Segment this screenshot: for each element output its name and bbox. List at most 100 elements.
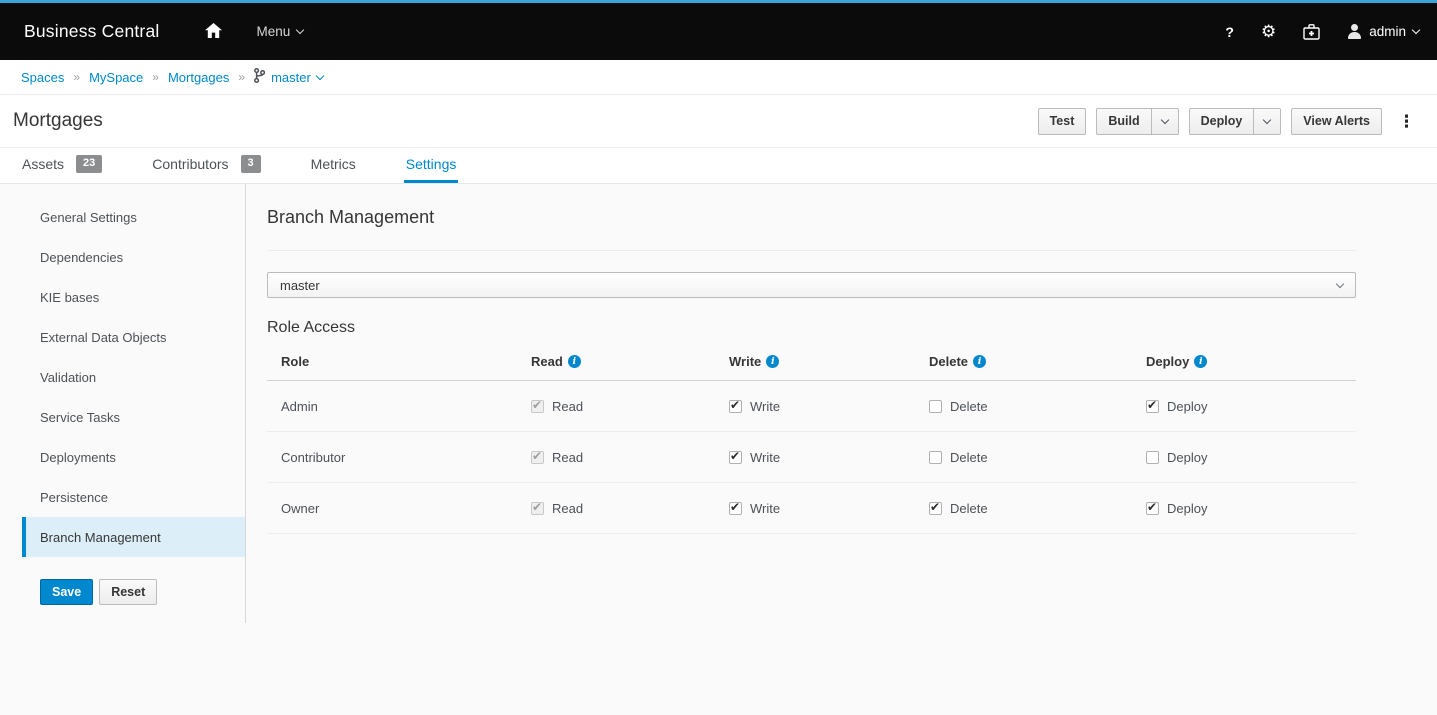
column-header-role: Role <box>267 354 531 369</box>
save-button[interactable]: Save <box>40 579 93 605</box>
table-row-admin: Admin Read Write Delete <box>267 381 1356 432</box>
owner-write-cell: Write <box>729 501 929 516</box>
checkbox-label: Delete <box>950 501 988 516</box>
info-icon[interactable] <box>1194 355 1207 368</box>
chevron-down-icon <box>1263 115 1271 123</box>
chevron-down-icon <box>1412 26 1420 34</box>
write-checkbox[interactable] <box>729 451 742 464</box>
delete-checkbox[interactable] <box>929 451 942 464</box>
sidebar-item-branch-management[interactable]: Branch Management <box>22 517 245 557</box>
deploy-checkbox[interactable] <box>1146 451 1159 464</box>
tab-assets[interactable]: Assets 23 <box>20 148 104 183</box>
home-icon <box>205 23 222 41</box>
contributors-count-badge: 3 <box>241 155 261 172</box>
project-actions: Test Build Deploy View Alerts ⋮ <box>1038 108 1415 135</box>
settings-content: General Settings Dependencies KIE bases … <box>0 184 1437 715</box>
gear-icon[interactable]: ⚙ <box>1261 22 1276 42</box>
checkbox-label: Read <box>552 399 583 414</box>
owner-deploy-cell: Deploy <box>1146 501 1356 516</box>
deploy-checkbox[interactable] <box>1146 400 1159 413</box>
read-checkbox <box>531 451 544 464</box>
breadcrumb: Spaces » MySpace » Mortgages » master <box>0 60 1437 95</box>
column-label: Write <box>729 354 761 369</box>
column-label: Role <box>281 354 309 369</box>
brand-title: Business Central <box>24 21 159 42</box>
delete-checkbox[interactable] <box>929 502 942 515</box>
settings-nav-list: General Settings Dependencies KIE bases … <box>22 197 245 557</box>
admin-read-cell: Read <box>531 399 729 414</box>
sidebar-item-deployments[interactable]: Deployments <box>22 437 245 477</box>
test-button[interactable]: Test <box>1038 108 1087 135</box>
breadcrumb-separator: » <box>152 70 159 84</box>
sidebar-item-persistence[interactable]: Persistence <box>22 477 245 517</box>
sidebar-item-kie-bases[interactable]: KIE bases <box>22 277 245 317</box>
table-row-contributor: Contributor Read Write Delete <box>267 432 1356 483</box>
info-icon[interactable] <box>568 355 581 368</box>
write-checkbox[interactable] <box>729 502 742 515</box>
user-name: admin <box>1369 24 1406 39</box>
tab-settings[interactable]: Settings <box>404 148 459 183</box>
user-icon <box>1347 24 1362 39</box>
reset-button[interactable]: Reset <box>99 579 157 605</box>
branch-selector[interactable]: master <box>254 68 323 86</box>
role-access-table: Role Read Write Delete De <box>267 343 1356 534</box>
kebab-menu-icon[interactable]: ⋮ <box>1398 113 1415 130</box>
view-alerts-button[interactable]: View Alerts <box>1291 108 1382 135</box>
deploy-dropdown-toggle[interactable] <box>1254 108 1281 135</box>
column-header-deploy: Deploy <box>1146 354 1356 369</box>
role-name: Admin <box>267 399 531 414</box>
breadcrumb-myspace[interactable]: MySpace <box>89 70 143 85</box>
checkbox-label: Deploy <box>1167 450 1207 465</box>
sidebar-item-external-data-objects[interactable]: External Data Objects <box>22 317 245 357</box>
owner-read-cell: Read <box>531 501 729 516</box>
chevron-down-icon <box>1160 115 1168 123</box>
write-checkbox[interactable] <box>729 400 742 413</box>
info-icon[interactable] <box>973 355 986 368</box>
help-icon[interactable]: ? <box>1225 24 1234 40</box>
tab-label: Contributors <box>152 156 228 172</box>
table-header-row: Role Read Write Delete De <box>267 343 1356 381</box>
contributor-read-cell: Read <box>531 450 729 465</box>
build-dropdown-toggle[interactable] <box>1152 108 1179 135</box>
menu-dropdown[interactable]: Menu <box>256 24 303 39</box>
deploy-checkbox[interactable] <box>1146 502 1159 515</box>
user-dropdown[interactable]: admin <box>1347 24 1419 39</box>
delete-checkbox[interactable] <box>929 400 942 413</box>
breadcrumb-spaces[interactable]: Spaces <box>21 70 64 85</box>
role-name: Contributor <box>267 450 531 465</box>
owner-delete-cell: Delete <box>929 501 1146 516</box>
home-button[interactable] <box>205 23 222 41</box>
role-name: Owner <box>267 501 531 516</box>
deploy-button[interactable]: Deploy <box>1189 108 1255 135</box>
table-row-owner: Owner Read Write Delete <box>267 483 1356 534</box>
sidebar-item-general-settings[interactable]: General Settings <box>22 197 245 237</box>
sidebar-item-service-tasks[interactable]: Service Tasks <box>22 397 245 437</box>
page-title: Mortgages <box>13 110 103 132</box>
column-header-read: Read <box>531 354 729 369</box>
settings-sidebar: General Settings Dependencies KIE bases … <box>0 184 246 623</box>
navbar-right-group: ? ⚙ admin <box>1225 22 1419 42</box>
top-navbar: Business Central Menu ? ⚙ admin <box>0 3 1437 60</box>
sidebar-item-validation[interactable]: Validation <box>22 357 245 397</box>
build-button[interactable]: Build <box>1096 108 1151 135</box>
tab-contributors[interactable]: Contributors 3 <box>150 148 262 183</box>
read-checkbox <box>531 502 544 515</box>
app-window: Business Central Menu ? ⚙ admin Spaces » <box>0 0 1437 715</box>
info-icon[interactable] <box>766 355 779 368</box>
assets-count-badge: 23 <box>76 155 102 172</box>
tab-metrics[interactable]: Metrics <box>309 148 358 183</box>
contributor-delete-cell: Delete <box>929 450 1146 465</box>
sidebar-item-dependencies[interactable]: Dependencies <box>22 237 245 277</box>
checkbox-label: Write <box>750 501 780 516</box>
checkbox-label: Delete <box>950 450 988 465</box>
breadcrumb-mortgages[interactable]: Mortgages <box>168 70 229 85</box>
code-branch-icon <box>254 68 265 86</box>
checkbox-label: Deploy <box>1167 399 1207 414</box>
breadcrumb-separator: » <box>73 70 80 84</box>
branch-management-panel: Branch Management master Role Access Rol… <box>246 184 1437 715</box>
medkit-icon[interactable] <box>1303 24 1320 40</box>
branch-select[interactable]: master <box>267 272 1356 298</box>
checkbox-label: Write <box>750 399 780 414</box>
project-title-bar: Mortgages Test Build Deploy View Alerts … <box>0 95 1437 148</box>
branch-name: master <box>271 70 311 85</box>
